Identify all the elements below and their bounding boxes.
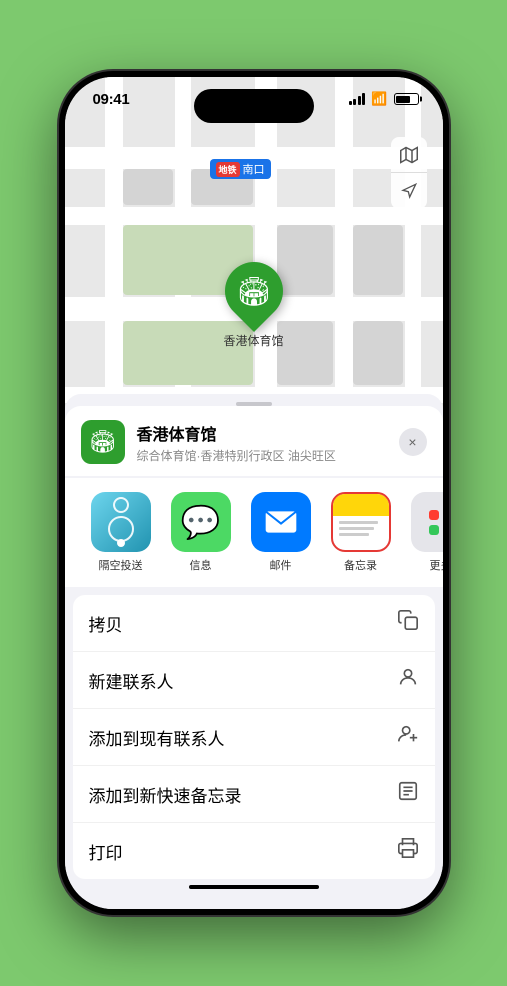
marker-label: 香港体育馆 [223, 332, 283, 349]
note-icon [397, 780, 419, 808]
app-airdrop[interactable]: 隔空投送 [81, 492, 161, 573]
metro-name: 南口 [243, 161, 265, 177]
person-add-icon [397, 723, 419, 751]
location-marker: 🏟 香港体育馆 [223, 262, 283, 349]
airdrop-icon [91, 492, 151, 552]
home-indicator [189, 885, 319, 889]
location-button[interactable] [391, 173, 427, 209]
location-header: 🏟 香港体育馆 综合体育馆·香港特别行政区 油尖旺区 × [65, 406, 443, 476]
notes-label: 备忘录 [344, 557, 377, 573]
mail-label: 邮件 [270, 557, 292, 573]
more-label: 更多 [430, 557, 443, 573]
map-controls [391, 137, 427, 209]
action-print-label: 打印 [89, 839, 123, 864]
signal-icon [349, 93, 366, 105]
notes-icon [331, 492, 391, 552]
print-icon [397, 837, 419, 865]
app-more[interactable]: 更多 [401, 492, 443, 573]
action-add-existing[interactable]: 添加到现有联系人 [73, 709, 435, 766]
marker-pin: 🏟 [212, 250, 294, 332]
stadium-icon: 🏟 [236, 275, 272, 308]
airdrop-label: 隔空投送 [99, 557, 143, 573]
location-venue-icon: 🏟 [81, 420, 125, 464]
person-icon [397, 666, 419, 694]
phone-frame: 地铁 南口 🏟 香港体育馆 [59, 71, 449, 915]
metro-badge: 地铁 [216, 162, 240, 177]
messages-icon: 💬 [171, 492, 231, 552]
action-new-contact[interactable]: 新建联系人 [73, 652, 435, 709]
app-notes[interactable]: 备忘录 [321, 492, 401, 573]
share-apps-row: 隔空投送 💬 信息 邮件 [65, 478, 443, 587]
messages-label: 信息 [190, 557, 212, 573]
action-add-existing-label: 添加到现有联系人 [89, 725, 225, 750]
app-messages[interactable]: 💬 信息 [161, 492, 241, 573]
status-icons: 📶 [349, 91, 419, 107]
mail-icon [251, 492, 311, 552]
action-new-contact-label: 新建联系人 [89, 668, 174, 693]
action-print[interactable]: 打印 [73, 823, 435, 879]
status-time: 09:41 [93, 91, 130, 108]
action-copy-label: 拷贝 [89, 611, 123, 636]
location-subtitle: 综合体育馆·香港特别行政区 油尖旺区 [137, 447, 399, 464]
action-list: 拷贝 新建联系人 [73, 595, 435, 879]
battery-icon [394, 93, 419, 105]
share-sheet: 🏟 香港体育馆 综合体育馆·香港特别行政区 油尖旺区 × [65, 394, 443, 909]
metro-station-label: 地铁 南口 [210, 159, 271, 179]
action-quick-note[interactable]: 添加到新快速备忘录 [73, 766, 435, 823]
app-mail[interactable]: 邮件 [241, 492, 321, 573]
action-copy[interactable]: 拷贝 [73, 595, 435, 652]
close-button[interactable]: × [399, 428, 427, 456]
copy-icon [397, 609, 419, 637]
location-info: 香港体育馆 综合体育馆·香港特别行政区 油尖旺区 [137, 421, 399, 464]
more-icon [411, 492, 443, 552]
map-type-button[interactable] [391, 137, 427, 173]
action-quick-note-label: 添加到新快速备忘录 [89, 782, 242, 807]
phone-screen: 地铁 南口 🏟 香港体育馆 [65, 77, 443, 909]
location-name: 香港体育馆 [137, 421, 399, 445]
dynamic-island [194, 89, 314, 123]
wifi-icon: 📶 [371, 91, 387, 107]
